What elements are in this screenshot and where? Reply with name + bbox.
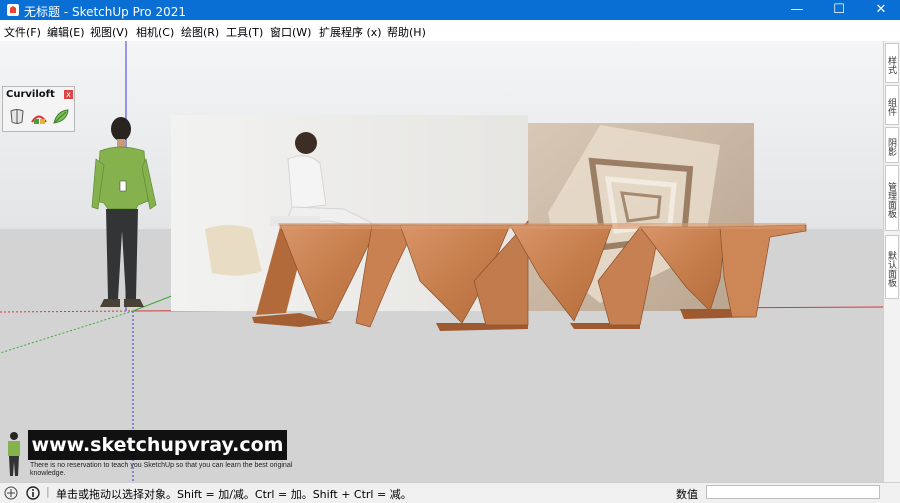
tray-tab-default[interactable]: 默认面板 xyxy=(885,235,899,299)
menu-camera[interactable]: 相机(C) xyxy=(136,24,174,40)
status-bar: | 单击或拖动以选择对象。Shift = 加/减。Ctrl = 加。Shift … xyxy=(0,482,900,503)
maximize-button[interactable]: ☐ xyxy=(816,0,862,20)
tray-tab-styles[interactable]: 样式 xyxy=(885,43,899,83)
window-title: 无标题 - SketchUp Pro 2021 xyxy=(24,5,186,19)
menu-view[interactable]: 视图(V) xyxy=(90,24,128,40)
measurements-input[interactable] xyxy=(706,485,880,499)
measurements-label: 数值 xyxy=(676,488,698,501)
watermark-tagline: There is no reservation to teach you Ske… xyxy=(30,462,293,477)
curviloft-title: Curviloft xyxy=(6,89,55,100)
watermark-figure-icon xyxy=(8,432,20,476)
loft-by-spline-icon[interactable] xyxy=(7,107,27,127)
tray-tab-shadows[interactable]: 阴影 xyxy=(885,127,899,163)
status-separator: | xyxy=(46,485,50,498)
menu-file[interactable]: 文件(F) xyxy=(4,24,41,40)
menu-tools[interactable]: 工具(T) xyxy=(226,24,263,40)
menu-extensions[interactable]: 扩展程序 (x) xyxy=(319,24,382,40)
menu-edit[interactable]: 编辑(E) xyxy=(47,24,85,40)
default-tray[interactable]: 样式 组件 阴影 管理面板 默认面板 xyxy=(883,41,900,482)
status-hint: 单击或拖动以选择对象。Shift = 加/减。Ctrl = 加。Shift + … xyxy=(56,488,412,501)
geo-location-icon[interactable] xyxy=(4,486,18,500)
minimize-button[interactable]: — xyxy=(774,0,820,20)
menu-bar: 文件(F) 编辑(E) 视图(V) 相机(C) 绘图(R) 工具(T) 窗口(W… xyxy=(0,20,900,42)
tray-tab-components[interactable]: 组件 xyxy=(885,85,899,125)
watermark-overlay: www.sketchupvray.com There is no reserva… xyxy=(0,428,300,482)
tray-tab-manage[interactable]: 管理面板 xyxy=(885,165,899,231)
modeling-viewport[interactable]: Curviloft x www.sketchupvray.com There i… xyxy=(0,41,883,482)
curviloft-close-button[interactable]: x xyxy=(64,90,73,99)
watermark-site: www.sketchupvray.com xyxy=(28,430,287,460)
loft-along-path-icon[interactable] xyxy=(51,107,71,127)
sketchup-app-icon xyxy=(7,4,19,16)
curviloft-toolbar[interactable]: Curviloft x xyxy=(2,86,75,132)
instructor-info-icon[interactable] xyxy=(26,486,40,500)
menu-window[interactable]: 窗口(W) xyxy=(270,24,311,40)
close-button[interactable]: ✕ xyxy=(858,0,900,20)
scene-canvas[interactable] xyxy=(0,41,883,482)
title-bar: 无标题 - SketchUp Pro 2021 — ☐ ✕ xyxy=(0,0,900,20)
skin-contours-icon[interactable] xyxy=(29,107,49,127)
menu-draw[interactable]: 绘图(R) xyxy=(181,24,219,40)
menu-help[interactable]: 帮助(H) xyxy=(387,24,426,40)
